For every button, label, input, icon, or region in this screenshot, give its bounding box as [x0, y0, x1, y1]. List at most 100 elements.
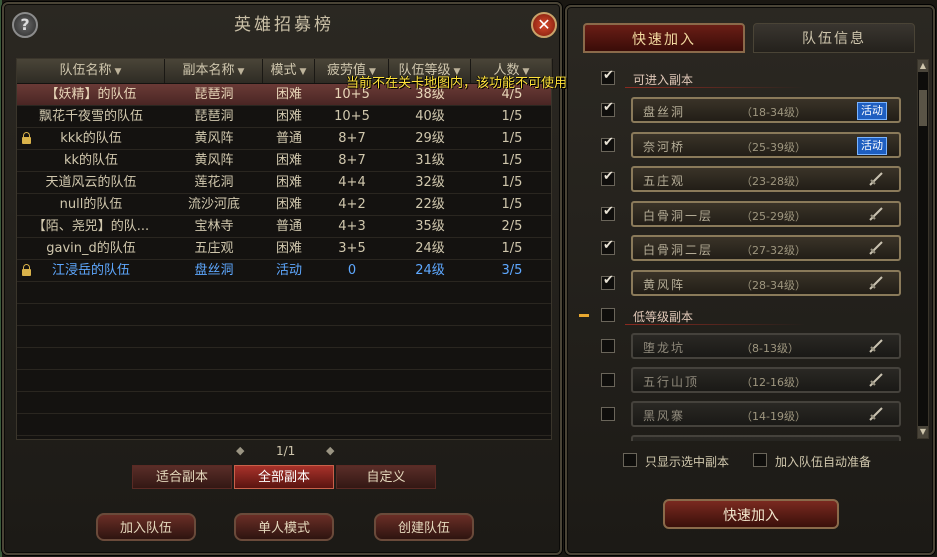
list-scrollbar[interactable]: ▲ ▼ — [917, 59, 929, 439]
cell-count: 1/5 — [501, 197, 523, 212]
empty-row — [17, 414, 551, 436]
col-header-team[interactable]: 队伍名称 ▼ — [17, 59, 165, 83]
dungeon-checkbox[interactable] — [601, 169, 615, 186]
recruit-board-panel: ? 英雄招募榜 ✕ 队伍名称 ▼ 副本名称 ▼ 模式 ▼ 疲劳值 ▼ 队伍等级 ▼ 人数 ▼… — [2, 2, 567, 555]
dungeon-level-range: （25-39级） — [741, 140, 806, 154]
dungeon-name: 五庄观 — [643, 174, 686, 188]
dungeon-item[interactable]: 白骨洞一层 （25-29级） — [631, 200, 901, 227]
dungeon-checkbox[interactable] — [601, 135, 615, 152]
dungeon-checkbox[interactable] — [601, 204, 615, 221]
sword-icon — [867, 205, 885, 223]
dungeon-name: 白骨洞一层 — [643, 208, 714, 223]
team-table: 队伍名称 ▼ 副本名称 ▼ 模式 ▼ 疲劳值 ▼ 队伍等级 ▼ 人数 ▼ 【妖精】的队伍 琵琶… — [16, 58, 553, 440]
dungeon-item[interactable]: 白骨洞二层 （27-32级） — [631, 235, 901, 261]
solo-mode-button[interactable]: 单人模式 — [234, 513, 334, 541]
dungeon-checkbox[interactable] — [601, 100, 615, 117]
dungeon-item[interactable]: 五庄观 （23-28级） — [631, 166, 901, 192]
table-row[interactable]: kk的队伍 黄风阵 困难 8+7 31级 1/5 — [17, 150, 551, 172]
scroll-up-icon[interactable]: ▲ — [918, 60, 928, 72]
col-header-mode[interactable]: 模式 ▼ — [263, 59, 315, 83]
cell-count: 3/5 — [501, 263, 523, 278]
cell-dungeon: 莲花洞 — [194, 175, 234, 190]
cell-mode: 困难 — [275, 241, 302, 256]
cell-team: 【陌、尧兕】的队... — [32, 219, 150, 234]
cell-fatigue: 4+2 — [338, 197, 366, 212]
dungeon-item[interactable]: 奈河桥 （25-39级） 活动 — [631, 131, 901, 158]
empty-row — [17, 392, 551, 414]
dungeon-item[interactable]: 黑风寨 （14-19级） — [631, 401, 901, 427]
cell-dungeon: 五庄观 — [194, 241, 234, 256]
cell-level: 31级 — [415, 153, 445, 168]
col-header-dungeon[interactable]: 副本名称 ▼ — [165, 59, 263, 83]
cell-team: 江浸岳的队伍 — [51, 263, 130, 278]
dungeon-item[interactable]: 五行山顶 （12-16级） — [631, 367, 901, 393]
dungeon-checkbox[interactable] — [601, 373, 615, 387]
cell-fatigue: 8+7 — [338, 153, 366, 168]
group-label-available: 可进入副本 — [633, 73, 694, 87]
cell-team: 天道风云的队伍 — [45, 175, 137, 190]
dungeon-name: 堕龙坑 — [643, 341, 686, 355]
dungeon-name: 盘丝洞 — [643, 105, 686, 119]
cell-fatigue: 4+3 — [338, 219, 366, 234]
dungeon-item[interactable]: 盘丝洞 （18-34级） 活动 — [631, 97, 901, 123]
quick-join-button[interactable]: 快速加入 — [663, 499, 839, 529]
cell-level: 29级 — [415, 131, 445, 146]
next-page-arrow-icon[interactable]: ◆ — [326, 444, 334, 457]
cell-team: kk的队伍 — [63, 153, 119, 168]
table-row[interactable]: 飘花千夜雪的队伍 琵琶洞 困难 10+5 40级 1/5 — [17, 106, 551, 128]
close-button[interactable]: ✕ — [531, 12, 557, 38]
cell-mode: 困难 — [275, 175, 302, 190]
only-selected-label: 只显示选中副本 — [645, 455, 730, 469]
cell-count: 1/5 — [501, 131, 523, 146]
sword-icon — [867, 371, 885, 389]
auto-ready-checkbox[interactable] — [753, 453, 767, 467]
cell-mode: 活动 — [275, 263, 302, 278]
dungeon-name: 黄风阵 — [643, 277, 686, 292]
dungeon-item[interactable] — [631, 435, 901, 441]
dungeon-checkbox[interactable] — [601, 238, 615, 255]
cell-level: 24级 — [415, 263, 445, 278]
group-checkbox-low[interactable] — [601, 308, 615, 322]
prev-page-arrow-icon[interactable]: ◆ — [236, 444, 244, 457]
dungeon-checkbox[interactable] — [601, 273, 615, 290]
table-row[interactable]: gavin_d的队伍 五庄观 困难 3+5 24级 1/5 — [17, 238, 551, 260]
cell-fatigue: 4+4 — [338, 175, 366, 190]
cell-mode: 普通 — [275, 131, 302, 146]
table-row[interactable]: kkk的队伍 黄风阵 普通 8+7 29级 1/5 — [17, 128, 551, 150]
dungeon-item[interactable]: 堕龙坑 （8-13级） — [631, 333, 901, 359]
table-row[interactable]: 江浸岳的队伍 盘丝洞 活动 0 24级 3/5 — [17, 260, 551, 282]
dungeon-item[interactable]: 黄风阵 （28-34级） — [631, 269, 901, 296]
page-indicator: 1/1 — [276, 444, 296, 458]
filter-tab-all[interactable]: 全部副本 — [234, 465, 334, 489]
table-row[interactable]: 天道风云的队伍 莲花洞 困难 4+4 32级 1/5 — [17, 172, 551, 194]
tab-team-info[interactable]: 队伍信息 — [753, 23, 915, 53]
empty-row — [17, 370, 551, 392]
cell-level: 35级 — [415, 219, 445, 234]
join-team-button[interactable]: 加入队伍 — [96, 513, 196, 541]
cell-mode: 困难 — [275, 197, 302, 212]
dungeon-checkbox[interactable] — [601, 407, 615, 421]
dungeon-level-range: （28-34级） — [741, 278, 806, 292]
scroll-thumb[interactable] — [919, 90, 927, 126]
cell-mode: 困难 — [275, 153, 302, 168]
only-selected-checkbox[interactable] — [623, 453, 637, 467]
scroll-down-icon[interactable]: ▼ — [918, 426, 928, 438]
create-team-button[interactable]: 创建队伍 — [374, 513, 474, 541]
table-row[interactable]: null的队伍 流沙河底 困难 4+2 22级 1/5 — [17, 194, 551, 216]
cell-dungeon: 宝林寺 — [194, 219, 234, 234]
dungeon-checkbox[interactable] — [601, 339, 615, 353]
collapse-icon[interactable] — [579, 314, 589, 317]
cell-team: gavin_d的队伍 — [46, 241, 136, 256]
dungeon-name: 奈河桥 — [643, 139, 686, 154]
table-row[interactable]: 【陌、尧兕】的队... 宝林寺 普通 4+3 35级 2/5 — [17, 216, 551, 238]
auto-ready-label: 加入队伍自动准备 — [775, 455, 872, 469]
group-checkbox-available[interactable] — [601, 68, 615, 85]
filter-tab-suitable[interactable]: 适合副本 — [132, 465, 232, 489]
cell-dungeon: 流沙河底 — [187, 197, 240, 212]
cell-count: 1/5 — [501, 153, 523, 168]
cell-mode: 困难 — [275, 109, 302, 124]
tab-quick-join[interactable]: 快速加入 — [583, 23, 745, 53]
cell-fatigue: 10+5 — [334, 109, 370, 124]
filter-tab-custom[interactable]: 自定义 — [336, 465, 436, 489]
pager: ◆ 1/1 ◆ — [236, 444, 336, 460]
